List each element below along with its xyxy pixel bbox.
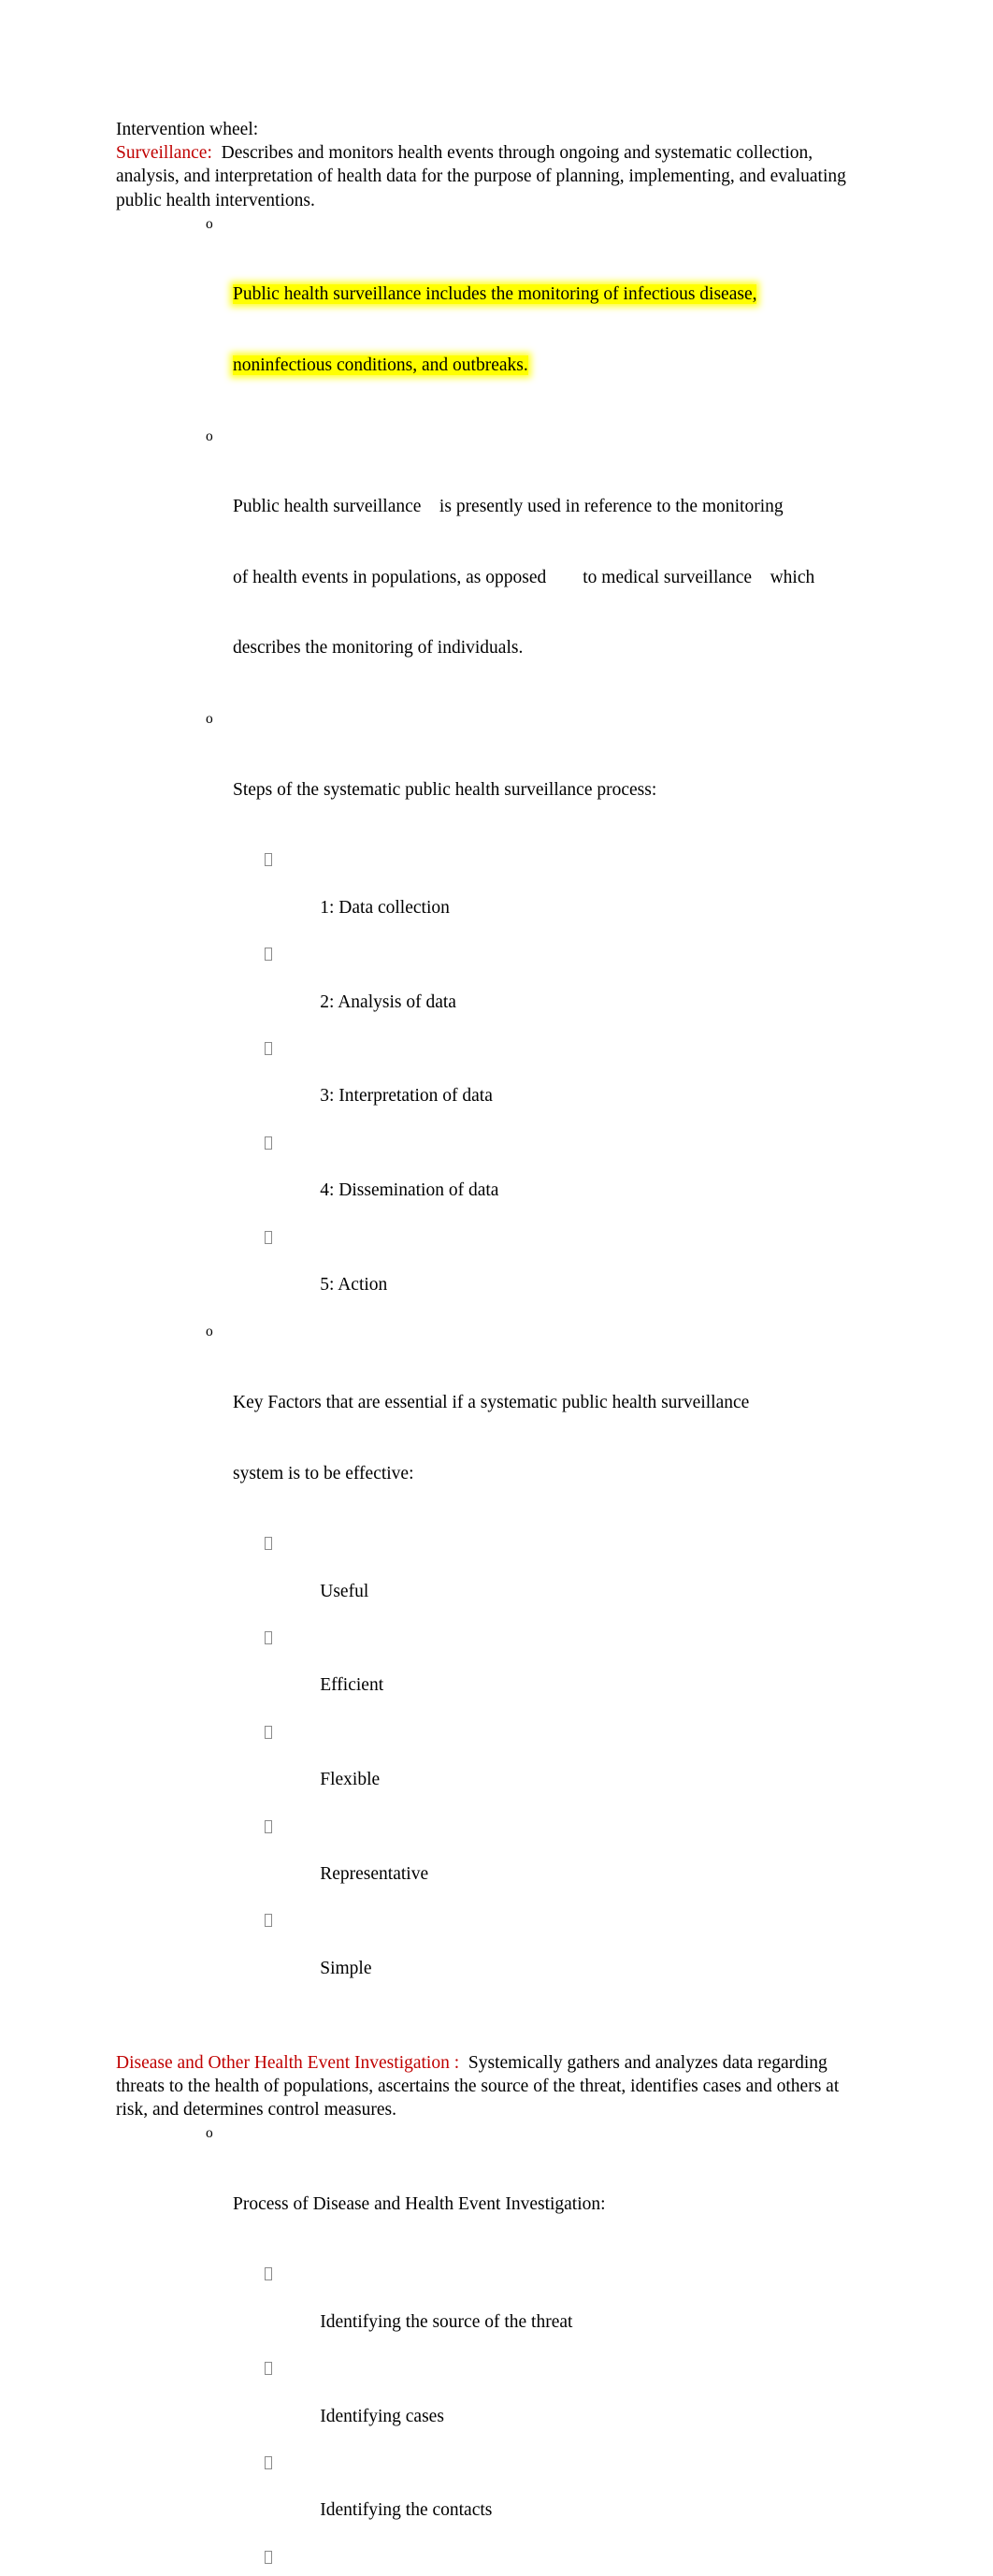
sub-list-label: Representative	[320, 1864, 429, 1885]
sub-list-item: Representative	[116, 1816, 873, 1910]
list-item: o Process of Disease and Health Event In…	[116, 2121, 873, 2263]
sub-list-label: Useful	[320, 1581, 369, 1601]
sub-list-item: Identifying the source of the threat	[116, 2263, 873, 2357]
sub-list-item: Identifying others at risk	[116, 2546, 873, 2576]
bullet-box-icon	[265, 1725, 272, 1739]
list-item: o Public health surveillance is presentl…	[116, 425, 873, 707]
bullet-box-icon	[265, 853, 272, 867]
bullet-o-icon: o	[206, 711, 213, 728]
bullet-box-icon	[265, 1631, 272, 1644]
sub-list-label: 3: Interpretation of data	[320, 1086, 493, 1107]
highlighted-text: noninfectious conditions, and outbreaks.	[233, 355, 528, 376]
sub-list-label: Identifying the contacts	[320, 2500, 493, 2521]
bullet-o-icon: o	[206, 1324, 213, 1340]
highlighted-text: Public health surveillance includes the …	[233, 284, 757, 305]
sub-list-item: 3: Interpretation of data	[116, 1037, 873, 1132]
sub-list-item: Efficient	[116, 1627, 873, 1721]
bullet-line: noninfectious conditions, and outbreaks.	[233, 354, 873, 377]
bullet-line: Steps of the systematic public health su…	[233, 779, 657, 800]
sub-list-item: 4: Dissemination of data	[116, 1132, 873, 1226]
sub-list-item: Flexible	[116, 1721, 873, 1816]
bullet-line: of health events in populations, as oppo…	[233, 567, 815, 587]
sub-list-label: 4: Dissemination of data	[320, 1180, 499, 1201]
sub-list-label: Identifying cases	[320, 2406, 444, 2426]
disease-investigation-heading-label: Disease and Other Health Event Investiga…	[116, 2052, 454, 2073]
bullet-box-icon	[265, 1819, 272, 1833]
bullet-box-icon	[265, 2267, 272, 2281]
sub-list-item: Identifying the contacts	[116, 2452, 873, 2546]
sub-list-label: Identifying the source of the threat	[320, 2311, 573, 2332]
bullet-box-icon	[265, 1230, 272, 1244]
bullet-line: Public health surveillance is presently …	[233, 497, 784, 517]
bullet-box-icon	[265, 2362, 272, 2376]
document-body: Surveillance: Intervention wheel: Survei…	[116, 118, 873, 2576]
intervention-wheel-line: Intervention wheel:	[116, 118, 873, 141]
bullet-box-icon	[265, 1537, 272, 1551]
surveillance-heading-body: Describes and monitors health events thr…	[116, 143, 851, 210]
sub-list-label: 2: Analysis of data	[320, 991, 456, 1012]
document-page: Surveillance: Intervention wheel: Survei…	[0, 0, 993, 2564]
sub-list-label: Flexible	[320, 1770, 381, 1790]
bullet-o-icon: o	[206, 427, 213, 444]
list-item: o Public health surveillance includes th…	[116, 212, 873, 425]
surveillance-heading-label: Surveillance:	[116, 143, 212, 164]
bullet-box-icon	[265, 1041, 272, 1055]
bullet-o-icon: o	[206, 2125, 213, 2142]
bullet-line: describes the monitoring of individuals.	[233, 638, 524, 658]
sub-list-label: 1: Data collection	[320, 897, 450, 918]
intervention-wheel-text: Intervention wheel:	[116, 120, 259, 139]
sub-list-item: Simple	[116, 1909, 873, 2004]
surveillance-heading-paragraph: Surveillance: Describes and monitors hea…	[116, 141, 873, 212]
disease-investigation-heading-paragraph: Disease and Other Health Event Investiga…	[116, 2051, 873, 2122]
list-item: o Key Factors that are essential if a sy…	[116, 1320, 873, 1532]
bullet-box-icon	[265, 1136, 272, 1150]
bullet-box-icon	[265, 2456, 272, 2470]
sub-list-item: Useful	[116, 1532, 873, 1627]
sub-list-item: 5: Action	[116, 1226, 873, 1321]
bullet-line: Public health surveillance includes the …	[233, 282, 873, 306]
bullet-line: Process of Disease and Health Event Inve…	[233, 2193, 606, 2214]
bullet-line: Key Factors that are essential if a syst…	[233, 1392, 750, 1412]
sub-list-item: Identifying cases	[116, 2357, 873, 2452]
bullet-box-icon	[265, 1914, 272, 1928]
list-item: o Steps of the systematic public health …	[116, 707, 873, 848]
sub-list-label: Efficient	[320, 1675, 384, 1696]
bullet-box-icon	[265, 2550, 272, 2564]
sub-list-label: Simple	[320, 1958, 372, 1978]
sub-list-label: 5: Action	[320, 1274, 388, 1295]
bullet-box-icon	[265, 948, 272, 962]
sub-list-item: 1: Data collection	[116, 848, 873, 943]
bullet-line: system is to be effective:	[233, 1463, 414, 1483]
sub-list-item: 2: Analysis of data	[116, 943, 873, 1037]
bullet-o-icon: o	[206, 215, 213, 232]
